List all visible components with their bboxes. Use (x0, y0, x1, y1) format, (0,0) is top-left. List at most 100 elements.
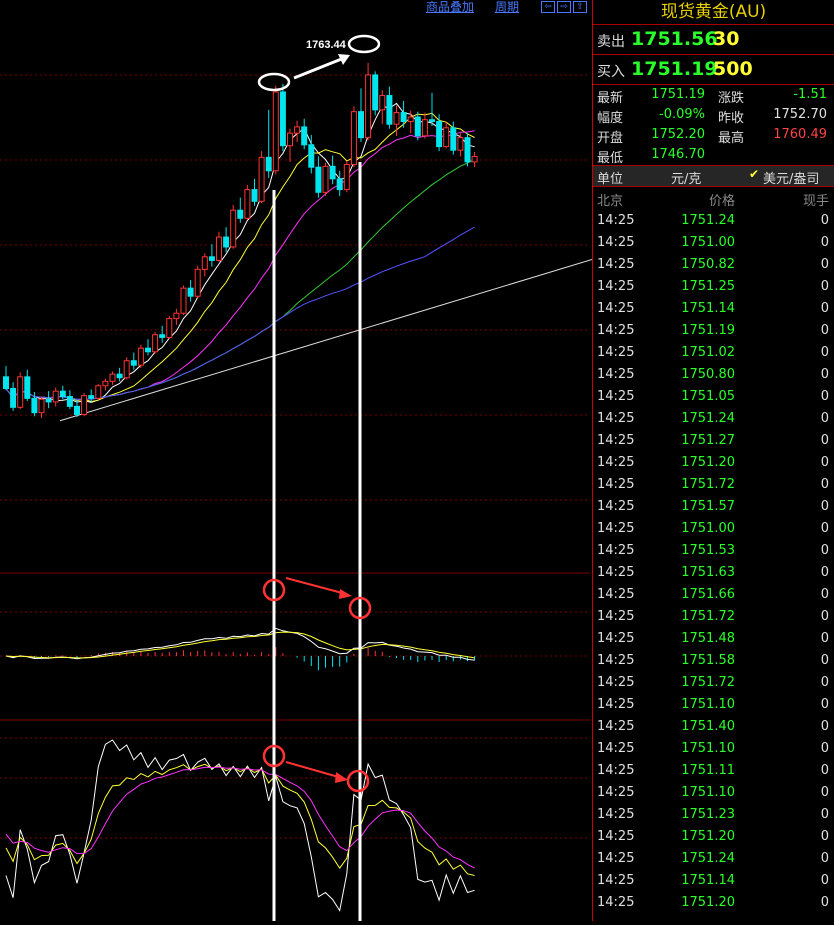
peak-circle (347, 34, 381, 54)
candle-body (244, 189, 251, 219)
ma40-line (5, 159, 475, 400)
pct-value: -0.09% (659, 107, 705, 122)
candle-body (137, 347, 144, 366)
tick-price: 1751.11 (681, 763, 735, 778)
ma60-line (5, 226, 475, 400)
change-value: -1.51 (793, 87, 827, 102)
overlay-commodity-link[interactable]: 商品叠加 (426, 0, 474, 14)
prev-close-label: 昨收 (718, 111, 745, 126)
tick-time: 14:25 (597, 543, 635, 558)
latest-value: 1751.19 (651, 87, 705, 102)
tick-row: 14:25 1751.57 0 (593, 496, 833, 518)
tick-time: 14:25 (597, 499, 635, 514)
candle-body (450, 127, 457, 151)
tick-time: 14:25 (597, 411, 635, 426)
prev-close-value: 1752.70 (773, 107, 827, 122)
tick-row: 14:25 1751.24 0 (593, 848, 833, 870)
candle-body (24, 376, 31, 399)
tick-row: 14:25 1751.14 0 (593, 870, 833, 892)
tick-price: 1751.72 (681, 477, 735, 492)
candle-body (10, 387, 17, 408)
sell-price: 1751.56 (631, 28, 718, 50)
candle-body (315, 166, 322, 193)
tick-row: 14:25 1751.02 0 (593, 342, 833, 364)
nav-right-icon[interactable]: ⇨ (557, 1, 571, 13)
candle-body (287, 132, 293, 147)
tick-volume: 0 (820, 477, 829, 492)
tick-time: 14:25 (597, 697, 635, 712)
tick-price: 1751.53 (681, 543, 735, 558)
tick-volume: 0 (820, 499, 829, 514)
trend-line (59, 259, 593, 422)
tick-time: 14:25 (597, 631, 635, 646)
candle-body (279, 91, 286, 147)
candle-body (308, 144, 315, 168)
tick-price: 1750.82 (681, 257, 735, 272)
tick-header: 北京 价格 现手 (593, 187, 834, 209)
tick-row: 14:25 1751.20 0 (593, 826, 833, 848)
tick-price: 1751.57 (681, 499, 735, 514)
pct-label: 幅度 (597, 111, 624, 126)
kdj-indicator (5, 739, 475, 912)
tick-row: 14:25 1751.24 0 (593, 210, 833, 232)
tick-price: 1751.20 (681, 455, 735, 470)
ma10-line (5, 112, 475, 403)
kline-chart[interactable]: 1763.44 (0, 0, 593, 921)
tick-row: 14:25 1750.82 0 (593, 254, 833, 276)
tick-time: 14:25 (597, 213, 635, 228)
tick-price: 1751.00 (681, 521, 735, 536)
open-value: 1752.20 (651, 127, 705, 142)
tick-volume: 0 (820, 235, 829, 250)
tick-row: 14:25 1751.40 0 (593, 716, 833, 738)
candle-body (251, 189, 258, 202)
arrow-line (285, 761, 343, 779)
candle-body (407, 116, 414, 123)
tick-volume: 0 (820, 587, 829, 602)
tick-price: 1751.24 (681, 411, 735, 426)
period-link[interactable]: 周期 (495, 0, 519, 14)
tick-time: 14:25 (597, 653, 635, 668)
tick-time: 14:25 (597, 301, 635, 316)
low-value: 1746.70 (651, 147, 705, 162)
tick-volume: 0 (820, 851, 829, 866)
candle-body (464, 137, 471, 163)
tick-volume: 0 (820, 873, 829, 888)
candle-body (365, 74, 372, 139)
tick-volume: 0 (820, 301, 829, 316)
latest-label: 最新 (597, 91, 624, 106)
candle-body (358, 111, 364, 139)
candle-body (45, 398, 52, 403)
tick-row: 14:25 1751.14 0 (593, 298, 833, 320)
tick-list[interactable]: 14:25 1751.24 0 14:25 1751.00 0 14:25 1750.82 0 1… (593, 210, 833, 914)
tick-price: 1750.80 (681, 367, 735, 382)
tick-volume: 0 (820, 323, 829, 338)
tick-price: 1751.40 (681, 719, 735, 734)
candle-body (230, 209, 237, 248)
kline-chart-area[interactable]: 1763.44 商品叠加 周期 ⇦ ⇨ ⇧ (0, 0, 593, 921)
nav-up-icon[interactable]: ⇧ (573, 1, 587, 13)
candle-body (173, 312, 180, 320)
arrow-line (285, 577, 347, 595)
tick-time: 14:25 (597, 719, 635, 734)
unit-label: 单位 (597, 172, 624, 187)
tick-volume: 0 (820, 763, 829, 778)
candle-body (38, 398, 45, 414)
tick-volume: 0 (820, 389, 829, 404)
buy-volume: 500 (713, 58, 753, 80)
candle-body (322, 165, 329, 193)
tick-row: 14:25 1751.72 0 (593, 474, 833, 496)
candle-body (272, 91, 279, 172)
tick-time: 14:25 (597, 279, 635, 294)
candle-body (116, 373, 123, 379)
candle-body (59, 390, 66, 398)
candle-body (187, 287, 194, 297)
sell-quote-row: 卖出 1751.56 30 (593, 25, 834, 55)
tick-price: 1751.10 (681, 785, 735, 800)
unit-cny-option[interactable]: 元/克 (671, 168, 701, 187)
tick-volume: 0 (820, 345, 829, 360)
nav-left-icon[interactable]: ⇦ (541, 1, 555, 13)
sell-label: 卖出 (597, 34, 625, 50)
tick-price: 1751.25 (681, 279, 735, 294)
unit-usd-option[interactable]: 美元/盎司 (763, 168, 819, 187)
tick-price: 1751.20 (681, 895, 735, 910)
